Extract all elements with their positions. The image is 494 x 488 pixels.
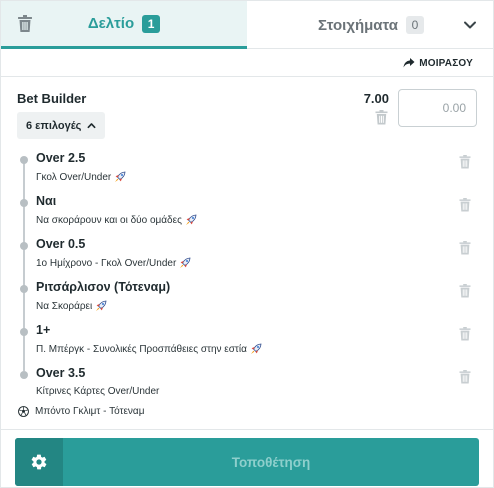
selection-description-text: 1ο Ημίχρονο - Γκολ Over/Under (36, 257, 177, 269)
rocket-boost-icon (115, 171, 126, 182)
tab-my-bets-label: Στοιχήματα (317, 16, 399, 34)
place-bet-bar: Τοποθέτηση (15, 438, 479, 486)
soccer-ball-icon (18, 406, 29, 417)
selection-market: Over 3.5 (36, 366, 86, 380)
rocket-boost-icon (180, 257, 191, 268)
rocket-boost-icon (96, 300, 107, 311)
timeline-dot (20, 371, 28, 379)
tab-betslip[interactable]: Δελτίο 1 (1, 1, 247, 49)
selection-row: Over 2.5 Γκολ Over/Under (1, 151, 494, 194)
timeline-dot (20, 328, 28, 336)
share-arrow-icon (403, 58, 415, 68)
share-label: ΜΟΙΡΑΣΟΥ (419, 57, 473, 69)
trash-icon[interactable] (459, 241, 471, 255)
selection-row: Ναι Να σκοράρουν και οι δύο ομάδες (1, 194, 494, 237)
stake-input[interactable] (398, 89, 477, 127)
trash-icon[interactable] (459, 155, 471, 169)
selection-market: 1+ (36, 323, 51, 337)
selection-row: 1+ Π. Μπέργκ - Συνολικές Προσπάθειες στην… (1, 323, 494, 366)
selection-row: Over 0.5 1ο Ημίχρονο - Γκολ Over/Under (1, 237, 494, 280)
selection-description: Γκολ Over/Under (36, 171, 126, 183)
trash-icon[interactable] (17, 15, 33, 33)
bet-builder-odds: 7.00 (363, 91, 389, 106)
selection-market: Over 2.5 (36, 151, 86, 165)
selection-market: Ναι (36, 194, 57, 208)
chevron-up-icon (87, 123, 96, 129)
selection-description: Να σκοράρουν και οι δύο ομάδες (36, 214, 197, 226)
event-name: Μπόντο Γκλιμτ - Τότεναμ (35, 406, 145, 417)
timeline-dot (20, 156, 28, 164)
betslip-count-badge: 1 (142, 14, 161, 33)
timeline-dot (20, 242, 28, 250)
selection-description: 1ο Ημίχρονο - Γκολ Over/Under (36, 257, 191, 269)
selection-description-text: Κίτρινες Κάρτες Over/Under (36, 386, 160, 397)
trash-icon[interactable] (459, 370, 471, 384)
selection-description-text: Να σκοράρουν και οι δύο ομάδες (36, 214, 182, 226)
selection-description-text: Π. Μπέργκ - Συνολικές Προσπάθειες στην ε… (36, 343, 247, 355)
betslip-tabs: Δελτίο 1 Στοιχήματα 0 (1, 1, 494, 49)
bet-builder-title: Bet Builder (17, 91, 87, 106)
trash-icon[interactable] (459, 284, 471, 298)
betslip-panel: Δελτίο 1 Στοιχήματα 0 ΜΟΙΡΑΣΟΥ Bet Build… (0, 0, 494, 488)
trash-icon[interactable] (375, 110, 388, 125)
settings-button[interactable] (15, 438, 63, 486)
selection-description: Κίτρινες Κάρτες Over/Under (36, 386, 159, 397)
selections-count-label: 6 επιλογές (26, 119, 82, 132)
selections-toggle-button[interactable]: 6 επιλογές (17, 112, 106, 139)
timeline-dot (20, 285, 28, 293)
share-button[interactable]: ΜΟΙΡΑΣΟΥ (403, 57, 473, 69)
selection-row: Ριτσάρλισον (Τότεναμ) Να Σκοράρει (1, 280, 494, 323)
selection-market: Over 0.5 (36, 237, 86, 251)
tab-betslip-label: Δελτίο (87, 15, 135, 32)
rocket-boost-icon (250, 343, 262, 354)
selection-description: Να Σκοράρει (36, 300, 107, 312)
selection-description: Π. Μπέργκ - Συνολικές Προσπάθειες στην ε… (36, 343, 262, 355)
timeline-dot (20, 199, 28, 207)
chevron-down-icon[interactable] (463, 18, 477, 32)
divider (1, 429, 494, 430)
selection-market: Ριτσάρλισον (Τότεναμ) (36, 280, 171, 294)
selection-description-text: Να Σκοράρει (36, 300, 93, 312)
share-row: ΜΟΙΡΑΣΟΥ (1, 49, 494, 77)
selection-row: Over 3.5 Κίτρινες Κάρτες Over/Under (1, 366, 494, 409)
place-bet-button[interactable]: Τοποθέτηση (63, 438, 479, 486)
gear-icon (31, 454, 47, 470)
my-bets-count-badge: 0 (406, 16, 425, 34)
trash-icon[interactable] (459, 198, 471, 212)
tab-my-bets[interactable]: Στοιχήματα 0 (247, 1, 494, 49)
trash-icon[interactable] (459, 327, 471, 341)
rocket-boost-icon (185, 214, 197, 225)
selection-description-text: Γκολ Over/Under (36, 171, 112, 183)
event-row: Μπόντο Γκλιμτ - Τότεναμ (18, 406, 144, 417)
